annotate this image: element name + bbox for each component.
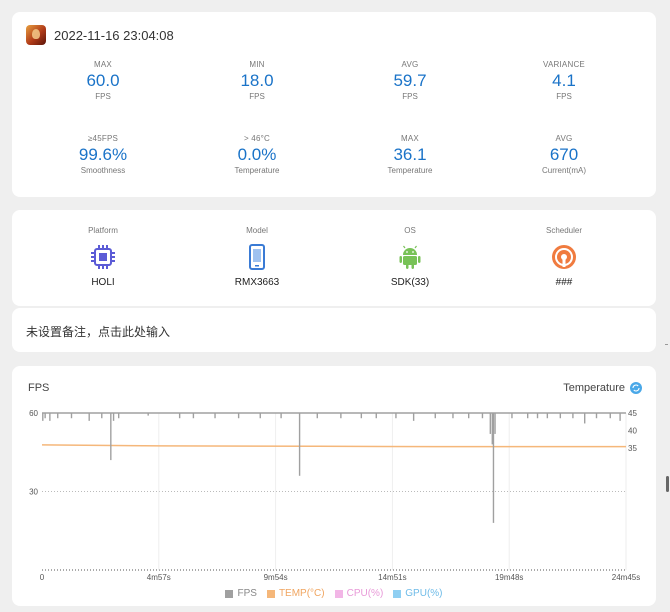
stat-min-fps: MIN 18.0 FPS <box>192 60 322 101</box>
chart-card: FPS Temperature 0 4m57s 9m54s 14m51s 19m48s 2… <box>12 366 656 606</box>
stat-label: MIN <box>249 60 265 69</box>
stat-unit: Current(mA) <box>541 166 586 175</box>
x-tick-label: 9m54s <box>264 573 288 582</box>
note-placeholder[interactable]: 未设置备注，点击此处输入 <box>26 323 170 340</box>
stat-unit: Smoothness <box>80 166 126 175</box>
stat-smoothness: ≥45FPS 99.6% Smoothness <box>38 134 168 175</box>
stat-overheat: > 46°C 0.0% Temperature <box>192 134 322 175</box>
legend-swatch <box>225 589 234 598</box>
device-scheduler: Scheduler ### <box>504 226 624 288</box>
x-tick-label: 4m57s <box>147 573 171 582</box>
stat-avg-current: AVG 670 Current(mA) <box>499 134 629 175</box>
device-value: HOLI <box>91 277 115 288</box>
x-tick-label: 0 <box>40 573 45 582</box>
game-app-icon <box>26 25 46 45</box>
stat-unit: Temperature <box>234 166 280 175</box>
scroll-indicator-mark <box>665 344 668 345</box>
y-right-tick-label: 35 <box>628 444 637 453</box>
y-left-tick-label: 30 <box>29 488 38 497</box>
scheduler-icon <box>552 245 576 269</box>
stat-avg-fps: AVG 59.7 FPS <box>345 60 475 101</box>
stats-card: 2022-11-16 23:04:08 MAX 60.0 FPS MIN 18.… <box>12 12 656 197</box>
stat-label: MAX <box>401 134 419 143</box>
stats-header: 2022-11-16 23:04:08 <box>26 25 174 45</box>
phone-icon <box>249 244 265 270</box>
stat-max-fps: MAX 60.0 FPS <box>38 60 168 101</box>
stat-unit: Temperature <box>387 166 433 175</box>
stat-unit: FPS <box>95 92 111 101</box>
device-label: Platform <box>88 226 118 235</box>
stat-label: VARIANCE <box>543 60 585 69</box>
legend-swatch <box>266 589 275 598</box>
stat-unit: FPS <box>556 92 572 101</box>
stat-max-temperature: MAX 36.1 Temperature <box>345 134 475 175</box>
device-label: Scheduler <box>545 226 583 235</box>
x-tick-label: 14m51s <box>378 573 406 582</box>
legend-label: TEMP(°C) <box>278 588 325 599</box>
stat-value: 60.0 <box>86 71 120 90</box>
chart-series <box>41 412 626 523</box>
temp-series-line <box>41 444 626 448</box>
device-value: RMX3663 <box>234 277 280 288</box>
scrollbar-thumb[interactable] <box>666 476 669 492</box>
device-platform: Platform HOLI <box>43 226 163 288</box>
chart-axes: 0 4m57s 9m54s 14m51s 19m48s 24m45s 60 30 45 40 35 <box>29 409 640 582</box>
note-card[interactable]: 未设置备注，点击此处输入 <box>12 308 656 352</box>
chip-icon <box>91 245 115 269</box>
stat-label: AVG <box>401 60 419 69</box>
chart-grid <box>42 412 627 571</box>
device-label: Model <box>246 226 268 235</box>
legend-temp[interactable]: TEMP(°C) <box>266 588 325 599</box>
legend-cpu[interactable]: CPU(%) <box>334 588 384 599</box>
stat-label: > 46°C <box>244 134 270 143</box>
legend-label: GPU(%) <box>405 588 443 599</box>
stat-unit: FPS <box>249 92 265 101</box>
device-value: ### <box>555 277 573 288</box>
stat-value: 99.6% <box>78 145 128 164</box>
stat-variance-fps: VARIANCE 4.1 FPS <box>499 60 629 101</box>
device-label: OS <box>404 226 416 235</box>
legend-swatch <box>393 589 402 598</box>
chart-legend: FPS TEMP(°C) CPU(%) GPU(%) <box>12 588 656 599</box>
legend-label: CPU(%) <box>346 588 384 599</box>
stat-value: 36.1 <box>393 145 427 164</box>
stat-unit: FPS <box>402 92 418 101</box>
device-value: SDK(33) <box>390 277 430 288</box>
stat-label: AVG <box>555 134 573 143</box>
y-right-tick-label: 40 <box>628 427 637 436</box>
stat-value: 18.0 <box>240 71 274 90</box>
session-datetime: 2022-11-16 23:04:08 <box>54 27 174 43</box>
stat-value: 4.1 <box>552 71 576 90</box>
legend-gpu[interactable]: GPU(%) <box>393 588 443 599</box>
stat-label: ≥45FPS <box>87 134 119 143</box>
stat-value: 0.0% <box>237 145 277 164</box>
legend-fps[interactable]: FPS <box>225 588 257 599</box>
fps-chart[interactable]: 0 4m57s 9m54s 14m51s 19m48s 24m45s 60 30 45 40 35 <box>12 366 656 588</box>
stat-value: 59.7 <box>393 71 427 90</box>
stat-value: 670 <box>549 145 579 164</box>
x-tick-label: 19m48s <box>495 573 523 582</box>
legend-swatch <box>334 589 343 598</box>
y-right-tick-label: 45 <box>628 409 637 418</box>
stat-label: MAX <box>94 60 112 69</box>
x-tick-label: 24m45s <box>612 573 640 582</box>
legend-label: FPS <box>237 588 257 599</box>
device-os: OS SDK(33) <box>350 226 470 288</box>
device-info-card: Platform HOLI Model RMX3663 OS SDK(33) S… <box>12 210 656 306</box>
device-model: Model RMX3663 <box>197 226 317 288</box>
android-icon <box>399 245 421 269</box>
y-left-tick-label: 60 <box>29 409 38 418</box>
